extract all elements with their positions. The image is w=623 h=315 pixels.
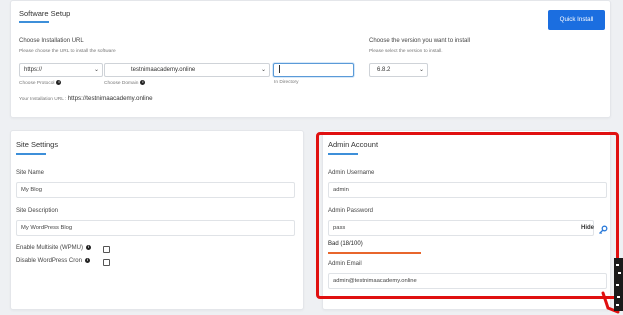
site-settings-title: Site Settings: [16, 140, 59, 149]
domain-label: Choose Domain i: [104, 80, 146, 86]
install-url-value: https://testnimaacademy.online: [67, 95, 153, 102]
software-setup-title: Software Setup: [19, 9, 71, 18]
protocol-label: Choose Protocol i: [19, 80, 62, 86]
chevron-down-icon: ⌄: [418, 67, 424, 73]
site-name-input[interactable]: My Blog: [16, 182, 295, 198]
site-settings-underline: [16, 153, 46, 155]
red-annotation-outline: [316, 132, 619, 299]
info-icon[interactable]: i: [140, 80, 146, 85]
quick-install-button[interactable]: Quick Install: [548, 10, 605, 30]
site-name-label: Site Name: [16, 170, 45, 176]
site-description-input[interactable]: My WordPress Blog: [16, 220, 295, 236]
directory-label: In Directory: [274, 80, 299, 85]
version-section-title: Choose the version you want to install: [369, 38, 471, 44]
software-setup-underline: [19, 21, 49, 23]
chevron-down-icon: ⌄: [93, 67, 99, 73]
version-section-hint: Please select the version to install.: [369, 49, 443, 54]
install-url-section-title: Choose Installation URL: [19, 38, 84, 44]
scrollbar-marks: [616, 264, 621, 306]
info-icon[interactable]: i: [86, 245, 92, 250]
disable-cron-checkbox[interactable]: [103, 259, 110, 266]
domain-value: testnimaacademy.online: [131, 67, 196, 73]
protocol-select[interactable]: https:// ⌄: [19, 63, 103, 77]
install-url-line: Your Installation URL : https://testnima…: [19, 95, 153, 102]
info-icon[interactable]: i: [56, 80, 62, 85]
chevron-down-icon: ⌄: [260, 67, 266, 73]
text-cursor: [279, 65, 280, 74]
version-select[interactable]: 6.8.2 ⌄: [369, 63, 428, 77]
multisite-label: Enable Multisite (WPMU) i: [16, 245, 92, 252]
install-url-section-hint: Please choose the URL to install the sof…: [19, 49, 116, 54]
info-icon[interactable]: i: [84, 258, 90, 263]
multisite-checkbox[interactable]: [103, 246, 110, 253]
protocol-value: https://: [24, 67, 43, 73]
version-value: 6.8.2: [377, 67, 391, 73]
site-description-label: Site Description: [16, 208, 59, 214]
directory-input[interactable]: [273, 63, 354, 77]
disable-cron-label: Disable WordPress Cron i: [16, 258, 90, 265]
domain-select[interactable]: testnimaacademy.online ⌄: [104, 63, 270, 77]
